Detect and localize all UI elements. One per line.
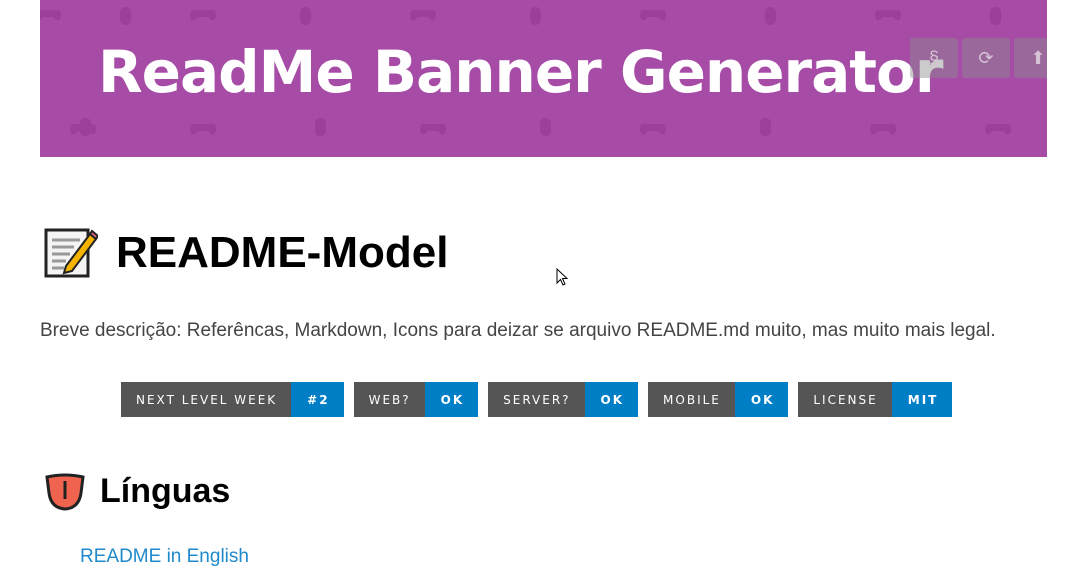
refresh-button[interactable]: ⟳ bbox=[962, 38, 1010, 78]
badge-value: OK bbox=[734, 382, 789, 417]
badge-label: LICENSE bbox=[798, 382, 892, 417]
badge-value: OK bbox=[424, 382, 479, 417]
mouse-cursor-icon bbox=[556, 268, 569, 286]
page-title: README-Model bbox=[116, 228, 449, 277]
badge-mobile[interactable]: MOBILE OK bbox=[648, 382, 789, 417]
languages-heading: Línguas bbox=[44, 472, 230, 511]
badge-row: NEXT LEVEL WEEK #2 WEB? OK SERVER? OK MO… bbox=[121, 382, 953, 417]
badge-label: NEXT LEVEL WEEK bbox=[121, 382, 292, 417]
badge-value: MIT bbox=[891, 382, 953, 417]
description: Breve descrição: Referêncas, Markdown, I… bbox=[40, 320, 996, 341]
section-sign-icon: § bbox=[928, 47, 939, 68]
section-title: Línguas bbox=[100, 472, 231, 510]
badge-label: SERVER? bbox=[488, 382, 585, 417]
badge-web[interactable]: WEB? OK bbox=[353, 382, 479, 417]
pattern-row-top bbox=[40, 7, 1001, 25]
badge-license[interactable]: LICENSE MIT bbox=[798, 382, 953, 417]
readme-heading: README-Model bbox=[44, 226, 448, 280]
pattern-row-bottom bbox=[70, 118, 1011, 136]
section-button[interactable]: § bbox=[910, 38, 958, 78]
badge-label: WEB? bbox=[353, 382, 425, 417]
badge-value: #2 bbox=[291, 382, 344, 417]
memo-icon bbox=[44, 228, 98, 278]
badge-value: OK bbox=[584, 382, 639, 417]
banner-title: ReadMe Banner Generator bbox=[98, 38, 943, 106]
upload-arrow-icon: ⬆ bbox=[1030, 47, 1046, 68]
badge-label: MOBILE bbox=[648, 382, 735, 417]
badge-next-level-week[interactable]: NEXT LEVEL WEEK #2 bbox=[121, 382, 344, 417]
readme-english-link[interactable]: README in English bbox=[80, 546, 249, 568]
banner: ReadMe Banner Generator § ⟳ ⬆ bbox=[40, 0, 1047, 157]
refresh-icon: ⟳ bbox=[978, 47, 994, 68]
tongue-icon bbox=[45, 473, 85, 511]
badge-server[interactable]: SERVER? OK bbox=[488, 382, 639, 417]
upload-button[interactable]: ⬆ bbox=[1014, 38, 1047, 78]
